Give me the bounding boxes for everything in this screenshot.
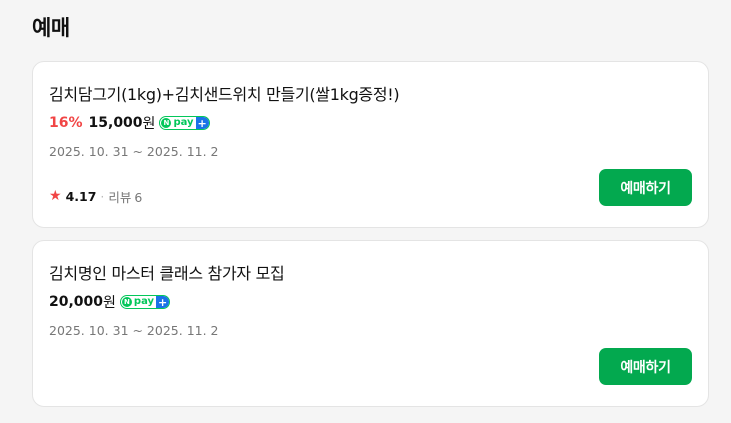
separator-dot: · <box>100 188 105 204</box>
npay-text: pay <box>133 296 155 307</box>
review-count[interactable]: 리뷰 6 <box>108 187 142 206</box>
price-value: 20,000 <box>49 294 104 310</box>
price-row: 16% 15,000 원 N pay + <box>49 112 210 134</box>
npay-n-mark: N <box>161 118 172 128</box>
section-title: 예매 <box>32 16 70 40</box>
book-button[interactable]: 예매하기 <box>599 348 692 385</box>
discount-rate: 16% <box>49 115 83 131</box>
price-row: 20,000 원 N pay + <box>49 291 171 313</box>
npay-plus-icon: N pay + <box>119 295 171 309</box>
star-icon: ★ <box>49 188 62 204</box>
book-button[interactable]: 예매하기 <box>599 169 692 206</box>
npay-n-mark: N <box>121 297 132 307</box>
product-card[interactable]: 김치명인 마스터 클래스 참가자 모집 20,000 원 N pay + 202… <box>32 240 709 407</box>
event-date: 2025. 10. 31 ~ 2025. 11. 2 <box>49 144 219 159</box>
product-card[interactable]: 김치담그기(1kg)+김치샌드위치 만들기(쌀1kg증정!) 16% 15,00… <box>32 61 709 228</box>
review-number: 6 <box>134 189 143 205</box>
price-currency: 원 <box>142 116 156 132</box>
npay-plus-mark: + <box>195 116 209 130</box>
product-title[interactable]: 김치명인 마스터 클래스 참가자 모집 <box>49 261 285 287</box>
price-currency: 원 <box>103 295 116 311</box>
price-value: 15,000 <box>88 115 143 131</box>
npay-text: pay <box>173 117 194 128</box>
product-title[interactable]: 김치담그기(1kg)+김치샌드위치 만들기(쌀1kg증정!) <box>49 82 400 108</box>
npay-plus-icon: N pay + <box>159 116 210 130</box>
event-date: 2025. 10. 31 ~ 2025. 11. 2 <box>49 323 219 338</box>
review-label: 리뷰 <box>108 189 132 205</box>
rating-row: ★ 4.17 · 리뷰 6 <box>49 186 142 206</box>
rating-score: 4.17 <box>65 188 97 204</box>
npay-plus-mark: + <box>156 295 170 309</box>
